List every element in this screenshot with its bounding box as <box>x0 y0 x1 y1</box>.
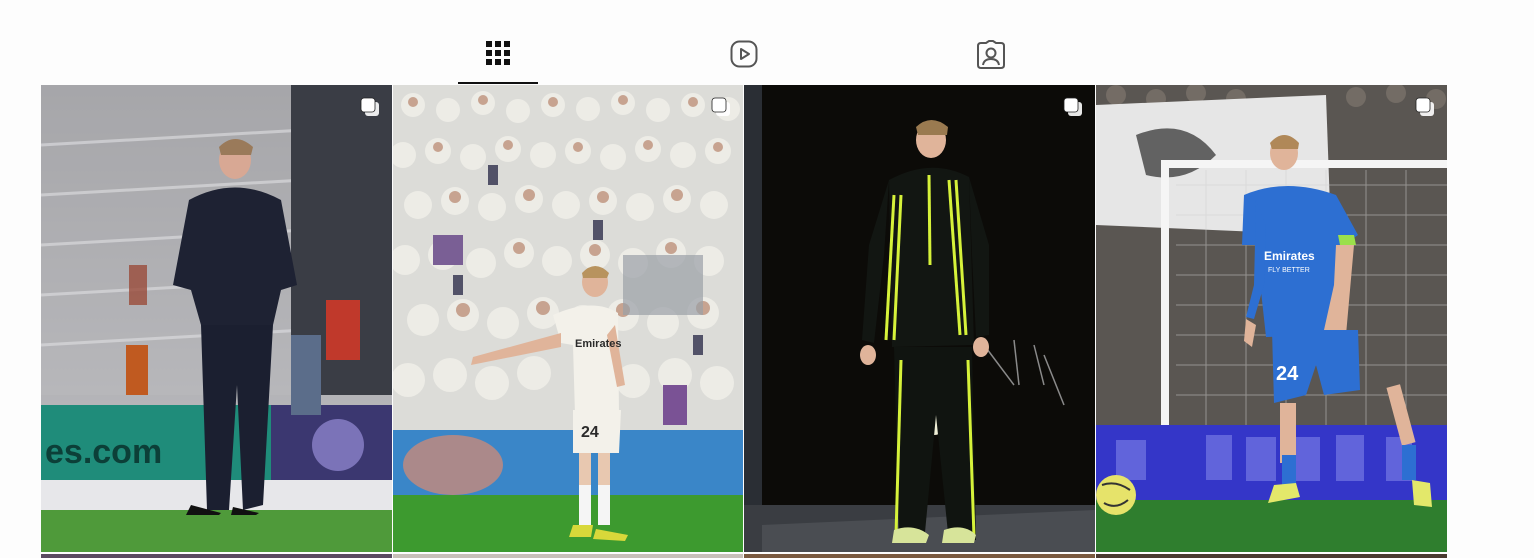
post-tile[interactable] <box>744 85 1095 552</box>
tab-reels[interactable] <box>704 24 784 84</box>
grid-icon <box>486 41 510 65</box>
tab-tagged[interactable] <box>951 24 1031 84</box>
shirt-sponsor-sub: FLY BETTER <box>1268 267 1310 274</box>
next-row-tile[interactable] <box>744 554 1095 558</box>
sign-text: es.com <box>45 433 162 471</box>
post-tile[interactable]: Emirates 24 <box>393 85 743 552</box>
post-photo: Emirates FLY BETTER 24 <box>1096 85 1447 552</box>
tab-posts[interactable] <box>458 24 538 84</box>
profile-tabs <box>0 0 1534 85</box>
shirt-sponsor: Emirates <box>1264 249 1315 263</box>
post-tile[interactable]: es.com <box>41 85 392 552</box>
tagged-person-icon <box>977 40 1005 69</box>
carousel-icon <box>711 97 730 116</box>
reels-play-icon <box>730 40 758 68</box>
post-tile[interactable]: Emirates FLY BETTER 24 <box>1096 85 1447 552</box>
carousel-icon <box>1063 97 1082 116</box>
shirt-sponsor: Emirates <box>575 338 621 350</box>
posts-grid: es.com Emirates 24 Emirates FLY BETTER 2… <box>41 85 1447 558</box>
carousel-icon <box>360 97 379 116</box>
carousel-icon <box>1415 97 1434 116</box>
next-row-tile[interactable] <box>41 554 392 558</box>
post-photo <box>744 85 1095 552</box>
next-row-tile[interactable] <box>393 554 743 558</box>
next-row-tile[interactable] <box>1096 554 1447 558</box>
post-photo: Emirates 24 <box>393 85 743 552</box>
shorts-number: 24 <box>1276 363 1299 385</box>
shirt-number: 24 <box>581 424 599 441</box>
post-photo: es.com <box>41 85 392 552</box>
